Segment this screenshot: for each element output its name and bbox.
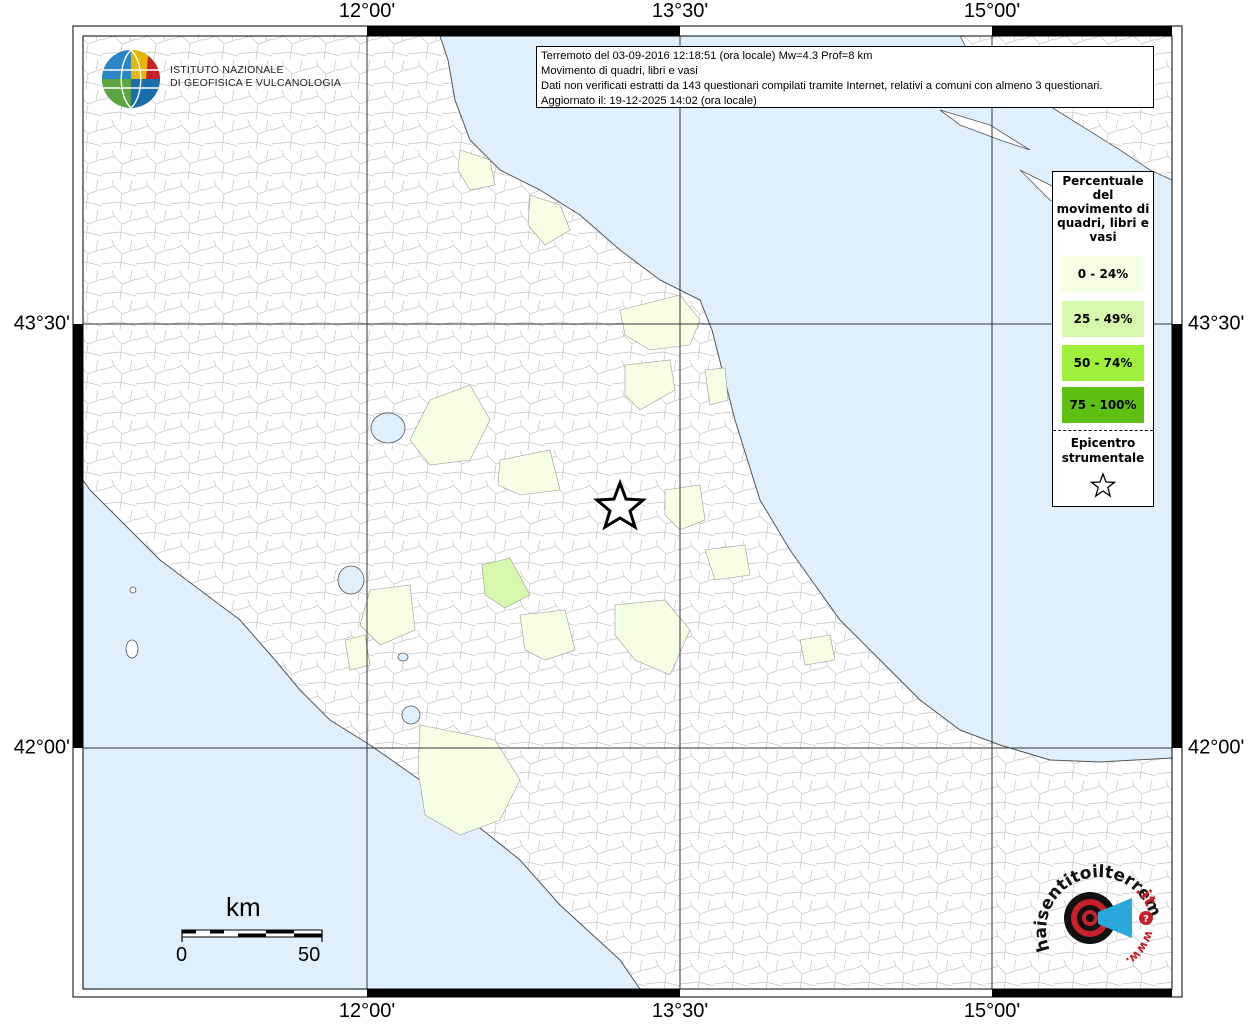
svg-text:?: ? bbox=[1143, 914, 1149, 925]
lake-trasimeno bbox=[370, 412, 406, 444]
island bbox=[129, 586, 137, 594]
scale-max: 50 bbox=[298, 944, 321, 966]
legend-class-75-100: 75 - 100% bbox=[1062, 387, 1144, 423]
legend-class-25-49: 25 - 49% bbox=[1062, 301, 1144, 337]
legend-title: Percentuale del movimento di quadri, lib… bbox=[1056, 174, 1150, 244]
legend-separator bbox=[1053, 430, 1153, 431]
event-title: Terremoto del 03-09-2016 12:18:51 (ora l… bbox=[541, 50, 873, 62]
event-source-note: Dati non verificati estratti da 143 ques… bbox=[541, 80, 1103, 92]
coord-bottom-12: 12°00' bbox=[338, 1000, 396, 1022]
scale-min: 0 bbox=[176, 944, 188, 966]
island bbox=[125, 639, 139, 659]
frame-bar-top bbox=[367, 26, 680, 36]
coord-left-43-30: 43°30' bbox=[13, 312, 70, 335]
legend-epicenter-label: Epicentro strumentale bbox=[1061, 436, 1145, 465]
lake-bracciano bbox=[401, 705, 421, 725]
frame-bar-top bbox=[992, 26, 1172, 36]
event-info-box: Terremoto del 03-09-2016 12:18:51 (ora l… bbox=[536, 46, 1154, 108]
coord-right-43-30: 43°30' bbox=[1188, 312, 1245, 335]
lake-bolsena bbox=[337, 565, 365, 595]
legend-class-0-24: 0 - 24% bbox=[1062, 256, 1144, 292]
legend-class-50-74: 50 - 74% bbox=[1062, 345, 1144, 381]
coord-top-15: 15°00' bbox=[963, 0, 1021, 22]
coord-bottom-15: 15°00' bbox=[963, 1000, 1021, 1022]
event-parameter: Movimento di quadri, libri e vasi bbox=[541, 65, 698, 77]
frame-bar-left bbox=[73, 324, 83, 748]
coord-bottom-13-30: 13°30' bbox=[651, 1000, 709, 1022]
coord-left-42: 42°00' bbox=[13, 736, 70, 759]
legend: Percentuale del movimento di quadri, lib… bbox=[1052, 171, 1154, 507]
coord-right-42: 42°00' bbox=[1188, 736, 1245, 759]
hai-sentito-il-terremoto-logo: haisentitoilterremoto .it www. ? bbox=[1028, 850, 1165, 969]
star-icon bbox=[1090, 472, 1116, 498]
lake-small bbox=[397, 652, 409, 662]
coord-top-13-30: 13°30' bbox=[651, 0, 709, 22]
event-updated: Aggiornato il: 19-12-2025 14:02 (ora loc… bbox=[541, 95, 757, 107]
coord-top-12: 12°00' bbox=[338, 0, 396, 22]
frame-bar-right bbox=[1172, 324, 1182, 748]
ingv-name: ISTITUTO NAZIONALE DI GEOFISICA E VULCAN… bbox=[170, 64, 342, 89]
globe-icon bbox=[102, 49, 160, 109]
